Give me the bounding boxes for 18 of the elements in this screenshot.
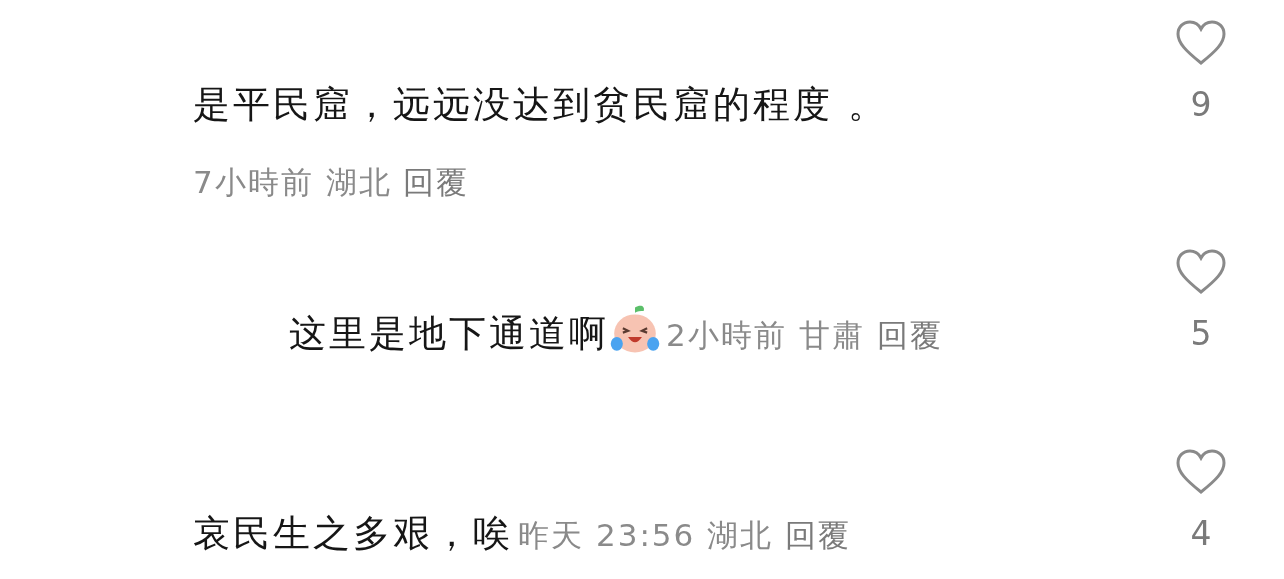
reply-link[interactable]: 回覆 (785, 517, 851, 553)
comment-location: 甘肅 (798, 317, 865, 353)
comment-time: 7小時前 (193, 164, 314, 200)
comment-text: 这里是地下通道啊 (289, 312, 609, 355)
comment-text: 哀民生之多艰，唉 (193, 512, 513, 555)
comment-location: 湖北 (325, 164, 392, 200)
like-count: 4 (1190, 514, 1212, 554)
like-count: 5 (1190, 314, 1212, 354)
heart-icon[interactable] (1176, 20, 1226, 66)
comment-time: 2小時前 (666, 317, 787, 353)
comment-text: 是平民窟，远远没达到贫民窟的程度 。 (193, 83, 888, 126)
reply-link[interactable]: 回覆 (876, 317, 943, 353)
comment-time: 昨天 23:56 (518, 517, 696, 553)
reply-link[interactable]: 回覆 (403, 164, 470, 200)
like-count: 9 (1190, 85, 1212, 125)
heart-icon[interactable] (1176, 249, 1226, 295)
heart-icon[interactable] (1176, 449, 1226, 495)
comment-location: 湖北 (707, 517, 774, 553)
